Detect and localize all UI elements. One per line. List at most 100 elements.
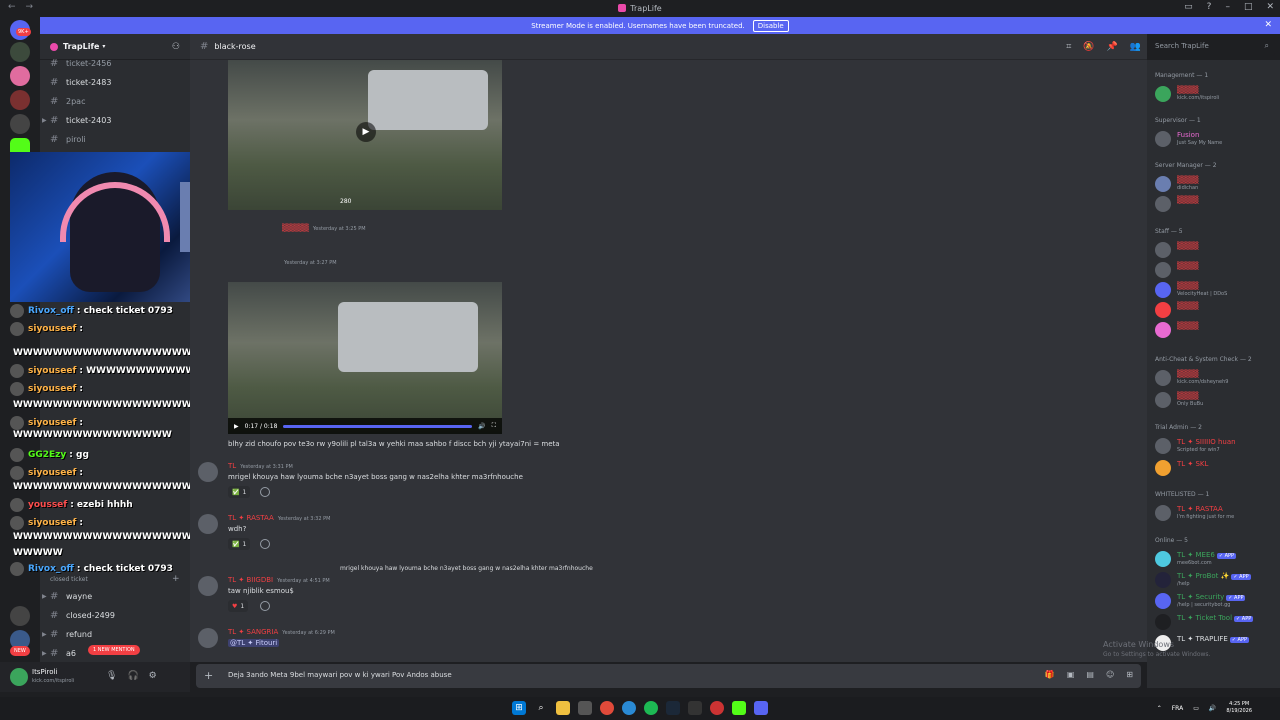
gif-icon[interactable]: ▣ [1067, 670, 1075, 679]
message-author[interactable]: TL ✦ RASTAA Yesterday at 3:32 PM [228, 514, 330, 522]
volume-icon[interactable]: 🔊 [478, 423, 485, 430]
video-attachment[interactable]: ▶ 0:17 / 0:18 🔊 ⛶ [228, 282, 502, 434]
clock[interactable]: 4:25 PM 8/19/2026 [1226, 701, 1252, 715]
server-icon[interactable] [10, 42, 30, 62]
settings-gear-icon[interactable]: ⚙ [149, 671, 157, 681]
chevron-right-icon[interactable]: ▶ [42, 631, 47, 638]
gift-icon[interactable]: 🎁 [1045, 670, 1055, 679]
help-icon[interactable]: ? [1207, 2, 1212, 12]
spotify-icon[interactable] [644, 701, 658, 715]
server-icon[interactable] [10, 114, 30, 134]
avatar[interactable] [198, 514, 218, 534]
channel-item[interactable]: # ticket-2483 [50, 74, 186, 90]
apps-icon[interactable]: ⊞ [1126, 670, 1133, 679]
language-indicator[interactable]: FRA [1172, 705, 1183, 712]
fullscreen-icon[interactable]: ⛶ [492, 422, 496, 430]
chevron-up-icon[interactable]: ⌃ [1157, 705, 1162, 712]
member-item[interactable]: ▒▒▒▒ kick.com/dsheyneh9 [1155, 368, 1279, 388]
user-mention[interactable]: @TL ✦ Fitouri [228, 639, 280, 647]
sticker-icon[interactable]: ▤ [1086, 670, 1094, 679]
server-icon[interactable] [10, 66, 30, 86]
avatar[interactable] [198, 628, 218, 648]
member-item[interactable]: ▒▒▒▒ didichan [1155, 174, 1279, 194]
add-attachment-icon[interactable]: + [204, 669, 213, 682]
member-item[interactable]: ▒▒▒▒ VelocityHeat | DDoS [1155, 280, 1279, 300]
message-author[interactable]: ▒▒▒▒▒ Yesterday at 3:25 PM [282, 224, 366, 232]
avatar[interactable] [198, 462, 218, 482]
chevron-right-icon[interactable]: ▶ [42, 650, 47, 657]
start-icon[interactable]: ⊞ [512, 701, 526, 715]
app-icon[interactable] [688, 701, 702, 715]
play-icon[interactable]: ▶ [356, 122, 376, 142]
member-item[interactable]: ▒▒▒▒ [1155, 194, 1279, 214]
member-item[interactable]: ▒▒▒▒ Only BuBu [1155, 390, 1279, 410]
discord-icon[interactable] [754, 701, 768, 715]
forward-icon[interactable]: → [26, 2, 34, 12]
message-author[interactable]: TL ✦ BIIGDBI Yesterday at 4:51 PM [228, 576, 330, 584]
member-item[interactable]: TL ✦ RASTAA I'm fighting just for me [1155, 503, 1279, 523]
invite-people-icon[interactable]: ⚇ [172, 42, 180, 52]
pin-icon[interactable]: 📌 [1107, 42, 1118, 52]
member-item[interactable]: TL ✦ SKL [1155, 458, 1279, 478]
video-progress-bar[interactable] [283, 424, 473, 428]
add-reaction-icon[interactable] [260, 601, 270, 611]
reaction-checkmark[interactable]: ✅ 1 [228, 538, 251, 550]
chevron-right-icon[interactable]: ▶ [42, 117, 47, 124]
member-item[interactable]: TL ✦ SIIIIIO huan Scripted for win7 [1155, 436, 1279, 456]
member-item[interactable]: TL ✦ Ticket Tool ✓ APP [1155, 612, 1279, 632]
reply-preview[interactable]: mrigel khouya haw lyouma bche n3ayet bos… [340, 565, 593, 572]
channel-item[interactable]: # piroli [50, 131, 186, 147]
add-reaction-icon[interactable] [260, 487, 270, 497]
server-icon[interactable] [10, 90, 30, 110]
network-icon[interactable]: ▭ [1193, 705, 1199, 712]
server-icon[interactable] [10, 606, 30, 626]
close-icon[interactable]: ✕ [1264, 20, 1272, 30]
reaction-heart[interactable]: ♥ 1 [228, 600, 249, 612]
channel-item[interactable]: ▶ # ticket-2403 [42, 112, 186, 128]
maximize-button[interactable]: □ [1244, 2, 1253, 12]
app-icon[interactable] [578, 701, 592, 715]
emoji-icon[interactable]: ☺ [1106, 670, 1114, 679]
browser-icon[interactable] [622, 701, 636, 715]
member-item[interactable]: ▒▒▒▒ [1155, 260, 1279, 280]
channel-item[interactable]: #2pac [50, 93, 186, 109]
close-window-button[interactable]: ✕ [1266, 2, 1274, 12]
member-item[interactable]: ▒▒▒▒ [1155, 320, 1279, 340]
app-icon[interactable] [710, 701, 724, 715]
channel-item[interactable]: ▶ # refund [42, 626, 186, 642]
avatar[interactable] [198, 576, 218, 596]
member-item[interactable]: ▒▒▒▒ kick.com/itspiroli [1155, 84, 1279, 104]
member-item[interactable]: TL ✦ Security ✓ APP/help | securitybot.gg [1155, 591, 1279, 611]
channel-item[interactable]: # ticket-2456 [50, 55, 186, 71]
new-mention-button[interactable]: 1 NEW MENTION [88, 645, 140, 655]
video-attachment[interactable]: ▶ 280 [228, 60, 502, 210]
member-item[interactable]: ▒▒▒▒ [1155, 240, 1279, 260]
inbox-icon[interactable]: ▭ [1184, 2, 1193, 12]
volume-icon[interactable]: 🔊 [1209, 705, 1216, 712]
search-input[interactable]: Search TrapLife ⌕ [1147, 38, 1275, 56]
member-item[interactable]: ▒▒▒▒ [1155, 300, 1279, 320]
avatar[interactable] [10, 668, 28, 686]
reaction-checkmark[interactable]: ✅ 1 [228, 486, 251, 498]
minimize-button[interactable]: – [1225, 2, 1230, 12]
member-item[interactable]: TL ✦ MEE6 ✓ APP mee6bot.com [1155, 549, 1279, 569]
message-input[interactable]: + Deja 3ando Meta 9bel maywari pov w ki … [196, 664, 1141, 688]
add-reaction-icon[interactable] [260, 539, 270, 549]
steam-icon[interactable] [666, 701, 680, 715]
disable-streamer-mode-button[interactable]: Disable [752, 19, 789, 32]
back-icon[interactable]: ← [8, 2, 16, 12]
play-icon[interactable]: ▶ [234, 423, 239, 430]
microphone-icon[interactable]: 🎙 [106, 671, 117, 681]
notification-bell-icon[interactable]: 🔕 [1083, 42, 1094, 52]
member-item[interactable]: Fusion Just Say My Name [1155, 129, 1279, 149]
message-author[interactable]: TL Yesterday at 3:31 PM [228, 462, 293, 470]
channel-item[interactable]: # closed-2499 [50, 607, 186, 623]
file-explorer-icon[interactable] [556, 701, 570, 715]
message-author[interactable]: TL ✦ SANGRIA Yesterday at 6:29 PM [228, 628, 335, 636]
chrome-icon[interactable] [600, 701, 614, 715]
threads-icon[interactable]: ⌗ [1066, 42, 1071, 52]
search-icon[interactable]: ⌕ [534, 701, 548, 715]
member-list-icon[interactable]: 👥 [1130, 42, 1141, 52]
member-item[interactable]: TL ✦ ProBot ✨ ✓ APP/help [1155, 570, 1279, 590]
kick-icon[interactable] [732, 701, 746, 715]
